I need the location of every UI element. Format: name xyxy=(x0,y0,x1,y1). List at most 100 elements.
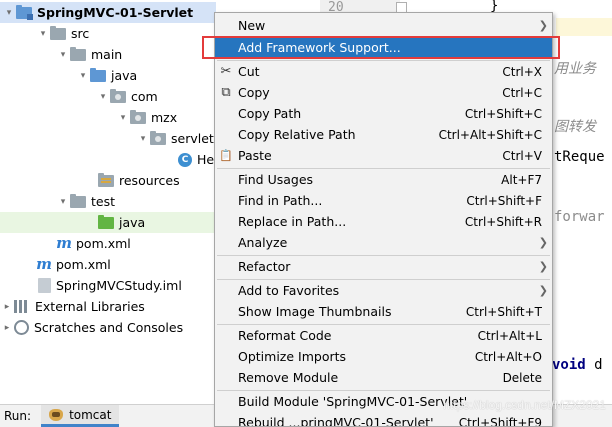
menu-item-paste[interactable]: 📋 Paste Ctrl+V xyxy=(215,145,552,166)
menu-item-label: Remove Module xyxy=(238,370,339,385)
run-tab-tomcat[interactable]: tomcat xyxy=(41,405,120,427)
tree-item-label: mzx xyxy=(151,110,178,125)
source-folder-icon xyxy=(90,67,106,82)
menu-item-shortcut: Ctrl+C xyxy=(502,85,542,100)
tree-item-label: pom.xml xyxy=(76,236,131,251)
tree-item-test[interactable]: ▾ test xyxy=(0,191,216,212)
menu-item-shortcut: Ctrl+Alt+L xyxy=(477,328,542,343)
menu-item-shortcut: Delete xyxy=(502,370,542,385)
tree-item-class[interactable]: C Hel xyxy=(0,149,218,170)
menu-item-shortcut: Ctrl+Shift+C xyxy=(464,106,542,121)
module-folder-icon xyxy=(16,4,33,20)
menu-item-show-image-thumbnails[interactable]: Show Image Thumbnails Ctrl+Shift+T xyxy=(215,301,552,322)
menu-item-label: Reformat Code xyxy=(238,328,332,343)
tree-item-com[interactable]: ▾ com xyxy=(0,86,216,107)
menu-item-label: Copy Relative Path xyxy=(238,127,356,142)
menu-item-shortcut: Ctrl+Alt+O xyxy=(474,349,542,364)
tree-item-scratches[interactable]: ▸ Scratches and Consoles xyxy=(0,317,216,338)
menu-item-label: Refactor xyxy=(238,259,291,274)
scissors-icon: ✂ xyxy=(220,63,232,79)
chevron-down-icon[interactable]: ▾ xyxy=(2,8,16,18)
menu-item-new[interactable]: New ❯ xyxy=(215,15,552,36)
chevron-down-icon[interactable]: ▾ xyxy=(116,113,130,123)
test-source-folder-icon xyxy=(98,214,114,229)
folder-icon xyxy=(70,46,86,61)
menu-item-analyze[interactable]: Analyze ❯ xyxy=(215,232,552,253)
tree-item-label: External Libraries xyxy=(35,299,145,314)
menu-item-label: Copy xyxy=(238,85,270,100)
context-menu: New ❯ Add Framework Support... ✂ Cut Ctr… xyxy=(214,12,553,427)
menu-item-add-to-favorites[interactable]: Add to Favorites ❯ xyxy=(215,280,552,301)
menu-item-reformat-code[interactable]: Reformat Code Ctrl+Alt+L xyxy=(215,325,552,346)
chevron-down-icon[interactable]: ▾ xyxy=(76,71,90,81)
menu-item-remove-module[interactable]: Remove Module Delete xyxy=(215,367,552,388)
menu-item-replace-in-path[interactable]: Replace in Path... Ctrl+Shift+R xyxy=(215,211,552,232)
code-keyword: void xyxy=(552,357,586,373)
chevron-down-icon[interactable]: ▾ xyxy=(56,50,70,60)
menu-item-shortcut: Ctrl+Shift+R xyxy=(464,214,542,229)
menu-item-cut[interactable]: ✂ Cut Ctrl+X xyxy=(215,61,552,82)
submenu-arrow-icon: ❯ xyxy=(538,236,548,249)
tree-item-servlet[interactable]: ▾ servlet xyxy=(0,128,216,149)
tree-item-label: java xyxy=(119,215,146,230)
tree-item-java[interactable]: ▾ java xyxy=(0,65,216,86)
folder-icon xyxy=(50,25,66,40)
menu-item-label: Add to Favorites xyxy=(238,283,340,298)
chevron-down-icon[interactable]: ▾ xyxy=(36,29,50,39)
code-comment-fragment: 图转发 xyxy=(554,119,596,135)
code-fragment: forwar xyxy=(554,209,605,225)
maven-icon: m xyxy=(56,233,72,252)
menu-item-optimize-imports[interactable]: Optimize Imports Ctrl+Alt+O xyxy=(215,346,552,367)
menu-item-find-usages[interactable]: Find Usages Alt+F7 xyxy=(215,169,552,190)
menu-item-copy-path[interactable]: Copy Path Ctrl+Shift+C xyxy=(215,103,552,124)
current-line-highlight xyxy=(556,18,612,36)
code-fragment: void d xyxy=(552,357,603,373)
tree-item-module[interactable]: ▾ SpringMVC-01-Servlet xyxy=(0,2,216,23)
tree-item-pom-inner[interactable]: m pom.xml xyxy=(0,233,216,254)
tree-item-external-libraries[interactable]: ▸ External Libraries xyxy=(0,296,216,317)
menu-item-rebuild-module[interactable]: Rebuild ...pringMVC-01-Servlet' Ctrl+Shi… xyxy=(215,412,552,427)
package-icon xyxy=(150,130,166,145)
menu-item-add-framework-support[interactable]: Add Framework Support... xyxy=(215,37,552,58)
tree-item-main[interactable]: ▾ main xyxy=(0,44,216,65)
libraries-icon xyxy=(14,300,30,313)
chevron-right-icon[interactable]: ▸ xyxy=(0,323,14,333)
menu-item-refactor[interactable]: Refactor ❯ xyxy=(215,256,552,277)
project-tree: ▾ SpringMVC-01-Servlet ▾ src ▾ main ▾ ja… xyxy=(0,0,218,404)
menu-item-label: Add Framework Support... xyxy=(238,40,401,55)
tree-item-src[interactable]: ▾ src xyxy=(0,23,216,44)
tree-item-label: src xyxy=(71,26,90,41)
scratches-icon xyxy=(14,320,29,335)
tree-item-label: servlet xyxy=(171,131,214,146)
resources-folder-icon xyxy=(98,172,114,187)
menu-item-copy[interactable]: ⧉ Copy Ctrl+C xyxy=(215,82,552,103)
java-class-icon: C xyxy=(178,152,192,167)
chevron-down-icon[interactable]: ▾ xyxy=(96,92,110,102)
tree-item-label: Scratches and Consoles xyxy=(34,320,184,335)
submenu-arrow-icon: ❯ xyxy=(538,260,548,273)
tree-item-pom-outer[interactable]: m pom.xml xyxy=(0,254,216,275)
folder-icon xyxy=(70,193,86,208)
code-comment-fragment: 用业务 xyxy=(554,61,596,77)
tree-item-label: java xyxy=(111,68,138,83)
menu-item-label: Rebuild ...pringMVC-01-Servlet' xyxy=(238,415,434,427)
chevron-down-icon[interactable]: ▾ xyxy=(136,134,150,144)
menu-item-label: Find in Path... xyxy=(238,193,323,208)
menu-item-find-in-path[interactable]: Find in Path... Ctrl+Shift+F xyxy=(215,190,552,211)
tree-item-resources[interactable]: resources xyxy=(0,170,216,191)
menu-item-copy-relative-path[interactable]: Copy Relative Path Ctrl+Alt+Shift+C xyxy=(215,124,552,145)
menu-item-label: Optimize Imports xyxy=(238,349,347,364)
chevron-right-icon[interactable]: ▸ xyxy=(0,302,14,312)
tree-item-label: resources xyxy=(119,173,180,188)
menu-item-label: Replace in Path... xyxy=(238,214,347,229)
chevron-down-icon[interactable]: ▾ xyxy=(56,197,70,207)
clipboard-icon: 📋 xyxy=(219,148,233,162)
copy-icon: ⧉ xyxy=(221,84,231,100)
tree-item-test-java[interactable]: java xyxy=(0,212,216,233)
menu-item-label: Paste xyxy=(238,148,272,163)
run-label: Run: xyxy=(4,409,32,423)
menu-item-label: Analyze xyxy=(238,235,288,250)
tomcat-icon xyxy=(49,408,64,421)
tree-item-iml[interactable]: SpringMVCStudy.iml xyxy=(0,275,216,296)
tree-item-mzx[interactable]: ▾ mzx xyxy=(0,107,216,128)
